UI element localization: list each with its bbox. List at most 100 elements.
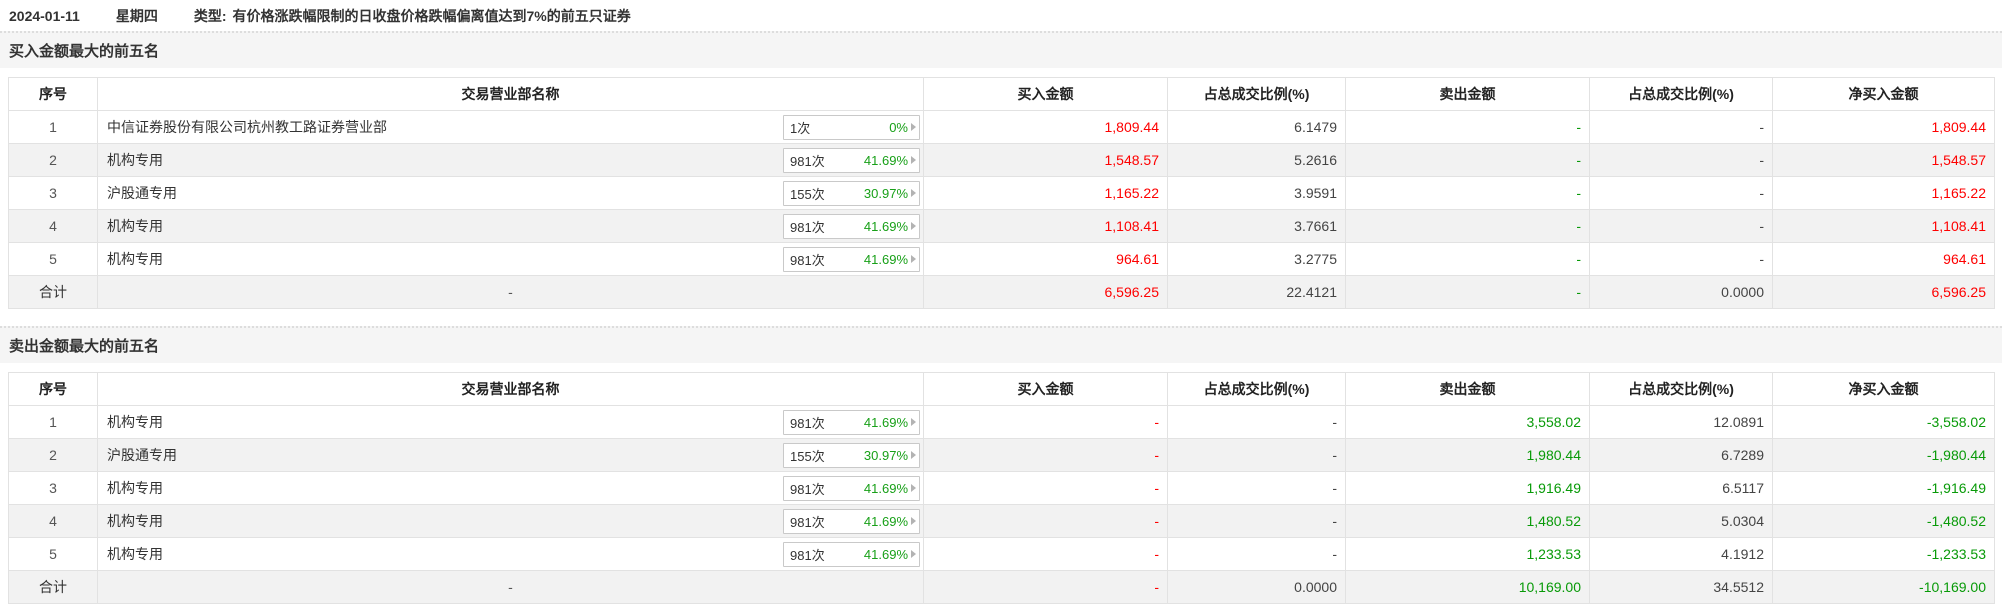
total-row: 合计--0.000010,169.0034.5512-10,169.00 <box>9 571 1995 604</box>
badge-percent: 41.69% <box>864 514 908 529</box>
branch-name-wrap: 机构专用981次41.69% <box>98 148 923 173</box>
net-buy-amount-cell: 1,548.57 <box>1773 144 1995 177</box>
net-buy-amount-cell: 6,596.25 <box>1773 276 1995 309</box>
ranking-times-badge[interactable]: 981次41.69% <box>783 247 920 272</box>
branch-name: 机构专用 <box>107 216 163 236</box>
column-header: 占总成交比例(%) <box>1168 373 1346 406</box>
header-row: 序号交易营业部名称买入金额占总成交比例(%)卖出金额占总成交比例(%)净买入金额 <box>9 78 1995 111</box>
branch-name-wrap: 机构专用 981次 41.69% <box>98 214 923 239</box>
badge-times-count: 981次 <box>790 479 825 498</box>
branch-name-placeholder: - <box>98 284 923 300</box>
buy-amount-cell: 1,809.44 <box>924 111 1168 144</box>
table-row: 4机构专用981次41.69%--1,480.525.0304-1,480.52 <box>9 505 1995 538</box>
sell-ratio-cell: - <box>1590 243 1773 276</box>
net-buy-amount-cell: 1,165.22 <box>1773 177 1995 210</box>
buy-ratio-cell: - <box>1168 472 1346 505</box>
sell-amount-cell: - <box>1346 111 1590 144</box>
sell-amount-cell: 1,480.52 <box>1346 505 1590 538</box>
sell-amount-cell: - <box>1346 177 1590 210</box>
expand-arrow-icon <box>911 255 916 263</box>
branch-name: 机构专用 <box>107 544 163 564</box>
badge-times-count: 1次 <box>790 118 810 137</box>
buy-amount-cell: - <box>924 439 1168 472</box>
branch-name-wrap: 机构专用 981次41.69% <box>98 247 923 272</box>
branch-name-cell: - <box>98 571 924 604</box>
badge-times-count: 155次 <box>790 184 825 203</box>
branch-name-wrap: 中信证券股份有限公司杭州教工路证券营业部 1次0% <box>98 115 923 140</box>
column-header: 净买入金额 <box>1773 373 1995 406</box>
badge-times-count: 981次 <box>790 217 825 236</box>
sell-amount-cell: 10,169.00 <box>1346 571 1590 604</box>
net-buy-amount-cell: -1,480.52 <box>1773 505 1995 538</box>
branch-name-wrap: 机构专用 981次 41.69% <box>98 410 923 435</box>
branch-name: 沪股通专用 <box>107 183 177 203</box>
sell-ratio-cell: - <box>1590 210 1773 243</box>
net-buy-amount-cell: 964.61 <box>1773 243 1995 276</box>
sell-ratio-cell: - <box>1590 144 1773 177</box>
table-row: 2机构专用981次41.69%1,548.575.2616--1,548.57 <box>9 144 1995 177</box>
net-buy-amount-cell: -1,980.44 <box>1773 439 1995 472</box>
sell-amount-cell: 1,916.49 <box>1346 472 1590 505</box>
table-row: 1中信证券股份有限公司杭州教工路证券营业部1次0%1,809.446.1479-… <box>9 111 1995 144</box>
expand-arrow-icon <box>911 451 916 459</box>
ranking-times-badge[interactable]: 155次30.97% <box>783 443 920 468</box>
buy-amount-cell: - <box>924 538 1168 571</box>
rank-cell: 5 <box>9 538 98 571</box>
branch-name-wrap: 沪股通专用 155次30.97% <box>98 181 923 206</box>
ranking-times-badge[interactable]: 1次0% <box>783 115 920 140</box>
sell-ranking-table: 序号交易营业部名称买入金额占总成交比例(%)卖出金额占总成交比例(%)净买入金额… <box>8 372 1995 604</box>
net-buy-amount-cell: 1,108.41 <box>1773 210 1995 243</box>
ranking-times-badge[interactable]: 981次41.69% <box>783 476 920 501</box>
weekday: 星期四 <box>116 6 158 26</box>
branch-name-cell: 机构专用981次41.69% <box>98 505 924 538</box>
branch-name: 中信证券股份有限公司杭州教工路证券营业部 <box>107 117 387 137</box>
ranking-times-badge[interactable]: 155次30.97% <box>783 181 920 206</box>
ranking-times-badge[interactable]: 981次41.69% <box>783 509 920 534</box>
rank-cell: 4 <box>9 505 98 538</box>
sell-amount-cell: 1,233.53 <box>1346 538 1590 571</box>
ranking-times-badge[interactable]: 981次 41.69% <box>783 410 920 435</box>
table-row: 5机构专用981次41.69%--1,233.534.1912-1,233.53 <box>9 538 1995 571</box>
ranking-times-badge[interactable]: 981次41.69% <box>783 148 920 173</box>
net-buy-amount-cell: -1,916.49 <box>1773 472 1995 505</box>
branch-name: 机构专用 <box>107 412 163 432</box>
badge-times-count: 981次 <box>790 413 825 432</box>
ranking-times-badge[interactable]: 981次 41.69% <box>783 214 920 239</box>
expand-arrow-icon <box>911 156 916 164</box>
buy-amount-cell: - <box>924 472 1168 505</box>
expand-arrow-icon <box>911 484 916 492</box>
table-header-row: 序号交易营业部名称买入金额占总成交比例(%)卖出金额占总成交比例(%)净买入金额 <box>9 373 1995 406</box>
badge-percent: 41.69% <box>864 547 908 562</box>
net-buy-amount-cell: 1,809.44 <box>1773 111 1995 144</box>
rank-cell: 4 <box>9 210 98 243</box>
total-label-cell: 合计 <box>9 276 98 309</box>
buy-ranking-table: 序号交易营业部名称买入金额占总成交比例(%)卖出金额占总成交比例(%)净买入金额… <box>8 77 1995 309</box>
buy-ratio-cell: 3.7661 <box>1168 210 1346 243</box>
ranking-times-badge[interactable]: 981次 41.69% <box>783 542 920 567</box>
table-row: 3沪股通专用155次30.97%1,165.223.9591--1,165.22 <box>9 177 1995 210</box>
badge-percent: 41.69% <box>864 415 908 430</box>
buy-amount-cell: 1,548.57 <box>924 144 1168 177</box>
net-buy-amount-cell: -3,558.02 <box>1773 406 1995 439</box>
buy-amount-cell: 1,108.41 <box>924 210 1168 243</box>
branch-name-cell: 机构专用 981次 41.69% <box>98 210 924 243</box>
sell-ratio-cell: 4.1912 <box>1590 538 1773 571</box>
branch-name-cell: 沪股通专用 155次30.97% <box>98 177 924 210</box>
branch-name: 机构专用 <box>107 249 163 269</box>
badge-times-count: 155次 <box>790 446 825 465</box>
sell-amount-cell: - <box>1346 210 1590 243</box>
column-header: 买入金额 <box>924 78 1168 111</box>
table-row: 5机构专用981次41.69%964.613.2775--964.61 <box>9 243 1995 276</box>
type-label: 类型: <box>194 6 227 26</box>
branch-name-wrap: 机构专用981次41.69% <box>98 476 923 501</box>
badge-times-count: 981次 <box>790 545 825 564</box>
badge-percent: 41.69% <box>864 219 908 234</box>
expand-arrow-icon <box>911 189 916 197</box>
buy-ratio-cell: 6.1479 <box>1168 111 1346 144</box>
branch-name-wrap: 机构专用 981次 41.69% <box>98 542 923 567</box>
buy-amount-cell: 964.61 <box>924 243 1168 276</box>
expand-arrow-icon <box>911 222 916 230</box>
column-header: 卖出金额 <box>1346 78 1590 111</box>
branch-name-cell: 沪股通专用155次30.97% <box>98 439 924 472</box>
type-value: 有价格涨跌幅限制的日收盘价格跌幅偏离值达到7%的前五只证券 <box>233 6 631 26</box>
